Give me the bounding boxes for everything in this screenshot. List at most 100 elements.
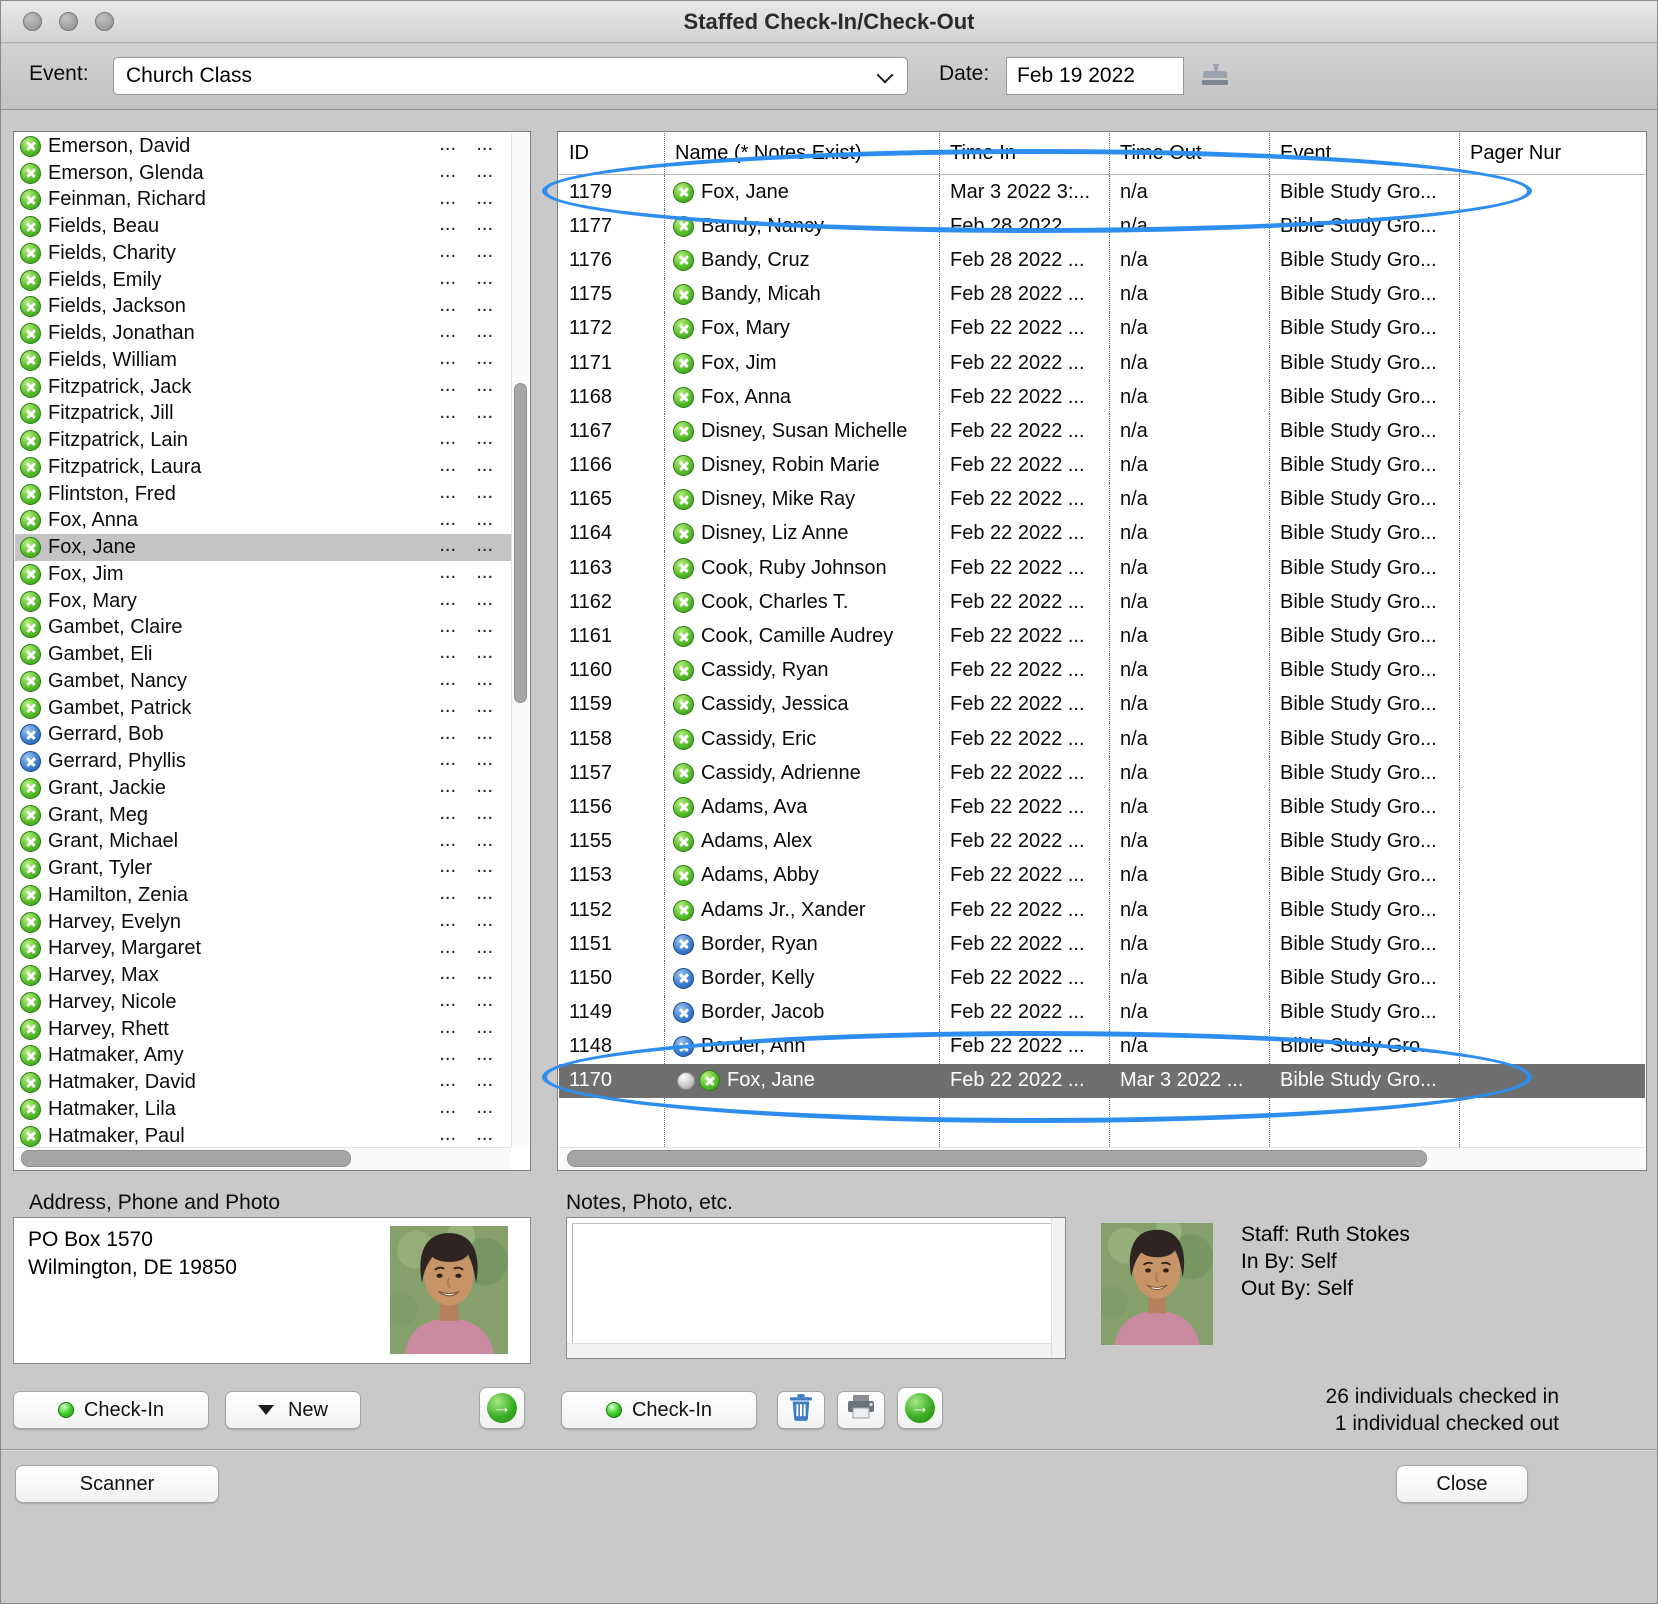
- roster-details-dots-button[interactable]: ...: [476, 909, 493, 932]
- roster-notes-dots-button[interactable]: ...: [439, 909, 456, 932]
- roster-details-dots-button[interactable]: ...: [476, 294, 493, 317]
- roster-notes-dots-button[interactable]: ...: [439, 1096, 456, 1119]
- roster-details-dots-button[interactable]: ...: [476, 1069, 493, 1092]
- delete-button[interactable]: [777, 1391, 825, 1429]
- roster-notes-dots-button[interactable]: ...: [439, 882, 456, 905]
- table-row[interactable]: 1168Fox, AnnaFeb 22 2022 ...n/aBible Stu…: [559, 380, 1645, 414]
- roster-row[interactable]: Hatmaker, Paul......: [15, 1123, 511, 1147]
- roster-notes-dots-button[interactable]: ...: [439, 213, 456, 236]
- roster-row[interactable]: Fitzpatrick, Jill......: [15, 401, 511, 428]
- roster-row[interactable]: Fields, Beau......: [15, 213, 511, 240]
- roster-details-dots-button[interactable]: ...: [476, 855, 493, 878]
- table-check-in-button[interactable]: Check-In: [561, 1391, 757, 1429]
- table-row[interactable]: 1164Disney, Liz AnneFeb 22 2022 ...n/aBi…: [559, 517, 1645, 551]
- roster-row[interactable]: Fox, Jim......: [15, 561, 511, 588]
- roster-row[interactable]: Fitzpatrick, Jack......: [15, 374, 511, 401]
- print-button[interactable]: [837, 1391, 885, 1429]
- roster-notes-dots-button[interactable]: ...: [439, 481, 456, 504]
- roster-details-dots-button[interactable]: ...: [476, 267, 493, 290]
- table-horizontal-scrollbar-thumb[interactable]: [567, 1150, 1427, 1167]
- roster-row[interactable]: Fields, Jackson......: [15, 294, 511, 321]
- roster-details-dots-button[interactable]: ...: [476, 320, 493, 343]
- roster-notes-dots-button[interactable]: ...: [439, 187, 456, 210]
- table-row[interactable]: 1155Adams, AlexFeb 22 2022 ...n/aBible S…: [559, 825, 1645, 859]
- roster-notes-dots-button[interactable]: ...: [439, 588, 456, 611]
- table-row[interactable]: 1175Bandy, MicahFeb 28 2022 ...n/aBible …: [559, 278, 1645, 312]
- roster-notes-dots-button[interactable]: ...: [439, 615, 456, 638]
- table-row[interactable]: 1161Cook, Camille AudreyFeb 22 2022 ...n…: [559, 619, 1645, 653]
- roster-row[interactable]: Feinman, Richard......: [15, 187, 511, 214]
- roster-notes-dots-button[interactable]: ...: [439, 374, 456, 397]
- notes-textarea[interactable]: [572, 1223, 1060, 1353]
- roster-details-dots-button[interactable]: ...: [476, 160, 493, 183]
- roster-row[interactable]: Emerson, Glenda......: [15, 160, 511, 187]
- table-row[interactable]: 1151Border, RyanFeb 22 2022 ...n/aBible …: [559, 927, 1645, 961]
- roster-notes-dots-button[interactable]: ...: [439, 962, 456, 985]
- roster-row[interactable]: Harvey, Max......: [15, 962, 511, 989]
- roster-notes-dots-button[interactable]: ...: [439, 320, 456, 343]
- roster-notes-dots-button[interactable]: ...: [439, 641, 456, 664]
- roster-notes-dots-button[interactable]: ...: [439, 695, 456, 718]
- roster-row[interactable]: Grant, Michael......: [15, 829, 511, 856]
- roster-details-dots-button[interactable]: ...: [476, 240, 493, 263]
- roster-notes-dots-button[interactable]: ...: [439, 508, 456, 531]
- table-row[interactable]: 1159Cassidy, JessicaFeb 22 2022 ...n/aBi…: [559, 688, 1645, 722]
- roster-row[interactable]: Gambet, Claire......: [15, 615, 511, 642]
- roster-details-dots-button[interactable]: ...: [476, 1016, 493, 1039]
- roster-notes-dots-button[interactable]: ...: [439, 775, 456, 798]
- roster-row[interactable]: Harvey, Margaret......: [15, 936, 511, 963]
- roster-notes-dots-button[interactable]: ...: [439, 294, 456, 317]
- roster-details-dots-button[interactable]: ...: [476, 722, 493, 745]
- notes-vertical-scrollbar[interactable]: [1051, 1218, 1065, 1358]
- column-header-id[interactable]: ID: [559, 133, 665, 174]
- roster-notes-dots-button[interactable]: ...: [439, 829, 456, 852]
- roster-row[interactable]: Gerrard, Phyllis......: [15, 748, 511, 775]
- roster-notes-dots-button[interactable]: ...: [439, 133, 456, 156]
- roster-details-dots-button[interactable]: ...: [476, 936, 493, 959]
- roster-details-dots-button[interactable]: ...: [476, 481, 493, 504]
- roster-check-in-button[interactable]: Check-In: [13, 1391, 209, 1429]
- table-row[interactable]: 1153Adams, AbbyFeb 22 2022 ...n/aBible S…: [559, 859, 1645, 893]
- column-header-event[interactable]: Event: [1270, 133, 1460, 174]
- roster-row[interactable]: Grant, Meg......: [15, 802, 511, 829]
- table-row[interactable]: 1177Bandy, NancyFeb 28 2022 ...n/aBible …: [559, 209, 1645, 243]
- table-row[interactable]: 1162Cook, Charles T.Feb 22 2022 ...n/aBi…: [559, 585, 1645, 619]
- date-input[interactable]: [1006, 57, 1184, 95]
- roster-row[interactable]: Flintston, Fred......: [15, 481, 511, 508]
- roster-details-dots-button[interactable]: ...: [476, 508, 493, 531]
- new-button[interactable]: New: [225, 1391, 361, 1429]
- roster-notes-dots-button[interactable]: ...: [439, 534, 456, 557]
- roster-details-dots-button[interactable]: ...: [476, 695, 493, 718]
- table-row[interactable]: 1157Cassidy, AdrienneFeb 22 2022 ...n/aB…: [559, 756, 1645, 790]
- roster-notes-dots-button[interactable]: ...: [439, 748, 456, 771]
- table-row[interactable]: 1152Adams Jr., XanderFeb 22 2022 ...n/aB…: [559, 893, 1645, 927]
- roster-notes-dots-button[interactable]: ...: [439, 936, 456, 959]
- table-row[interactable]: 1160Cassidy, RyanFeb 22 2022 ...n/aBible…: [559, 654, 1645, 688]
- table-row[interactable]: 1172Fox, MaryFeb 22 2022 ...n/aBible Stu…: [559, 312, 1645, 346]
- roster-row[interactable]: Harvey, Nicole......: [15, 989, 511, 1016]
- roster-row[interactable]: Fox, Jane......: [15, 534, 511, 561]
- table-go-button[interactable]: →: [897, 1387, 943, 1429]
- table-row[interactable]: 1149Border, JacobFeb 22 2022 ...n/aBible…: [559, 996, 1645, 1030]
- roster-details-dots-button[interactable]: ...: [476, 1123, 493, 1146]
- roster-details-dots-button[interactable]: ...: [476, 534, 493, 557]
- table-row[interactable]: 1176Bandy, CruzFeb 28 2022 ...n/aBible S…: [559, 243, 1645, 277]
- roster-row[interactable]: Gerrard, Bob......: [15, 722, 511, 749]
- roster-details-dots-button[interactable]: ...: [476, 1096, 493, 1119]
- roster-notes-dots-button[interactable]: ...: [439, 160, 456, 183]
- roster-notes-dots-button[interactable]: ...: [439, 802, 456, 825]
- table-horizontal-scrollbar[interactable]: [559, 1147, 1645, 1169]
- roster-notes-dots-button[interactable]: ...: [439, 989, 456, 1012]
- roster-details-dots-button[interactable]: ...: [476, 588, 493, 611]
- roster-row[interactable]: Hatmaker, David......: [15, 1069, 511, 1096]
- roster-vertical-scrollbar-thumb[interactable]: [514, 383, 527, 703]
- column-header-name-notes-exist[interactable]: Name (* Notes Exist): [665, 133, 940, 174]
- close-button[interactable]: Close: [1396, 1465, 1528, 1503]
- roster-details-dots-button[interactable]: ...: [476, 561, 493, 584]
- roster-row[interactable]: Gambet, Nancy......: [15, 668, 511, 695]
- scanner-button[interactable]: Scanner: [15, 1465, 219, 1503]
- roster-row[interactable]: Hatmaker, Lila......: [15, 1096, 511, 1123]
- roster-row[interactable]: Fitzpatrick, Lain......: [15, 427, 511, 454]
- roster-row[interactable]: Emerson, David......: [15, 133, 511, 160]
- table-row[interactable]: 1165Disney, Mike RayFeb 22 2022 ...n/aBi…: [559, 483, 1645, 517]
